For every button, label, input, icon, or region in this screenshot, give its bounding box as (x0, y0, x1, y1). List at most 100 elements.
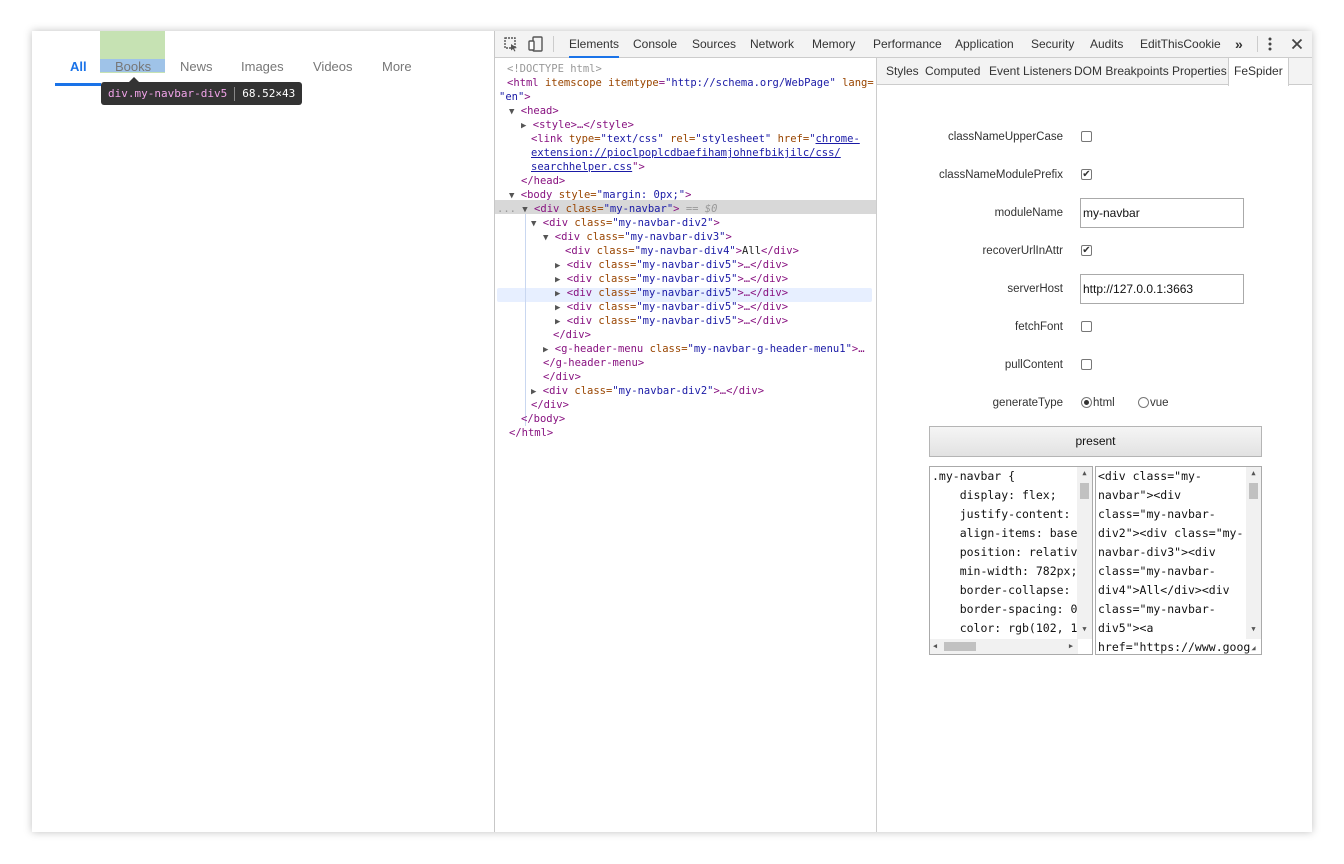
nav-item-more[interactable]: More (382, 59, 412, 74)
code-link-cont[interactable]: extension://pioclpoplcdbaefihamjohnefbik… (531, 146, 841, 160)
tab-application[interactable]: Application (955, 31, 1014, 58)
checkbox-classnameuppercase[interactable] (1081, 131, 1092, 142)
inspect-element-icon[interactable] (503, 36, 519, 52)
scroll-down-arrow-icon[interactable]: ▼ (1077, 625, 1092, 633)
code-navbar-selected[interactable]: ... ▼ <div class="my-navbar"> == $0 (497, 202, 717, 216)
collapsed-triangle-icon[interactable]: ▶ (555, 261, 560, 271)
scrollbar-thumb[interactable] (1249, 483, 1258, 499)
vertical-scrollbar[interactable]: ▲ ▼ (1246, 467, 1261, 639)
expanded-triangle-icon[interactable]: ▼ (522, 205, 527, 215)
tab-performance[interactable]: Performance (873, 31, 942, 58)
code-div5[interactable]: ▶ <div class="my-navbar-div5">…</div> (555, 314, 788, 328)
tab-event-listeners[interactable]: Event Listeners (989, 58, 1072, 85)
tab-computed[interactable]: Computed (925, 58, 980, 85)
present-button[interactable]: present (929, 426, 1262, 457)
expanded-triangle-icon[interactable]: ▼ (509, 191, 514, 201)
tab-audits[interactable]: Audits (1090, 31, 1123, 58)
close-icon[interactable] (1289, 36, 1305, 52)
css-output-textarea[interactable]: .my-navbar { display: flex; justify-cont… (929, 466, 1093, 655)
code-div5[interactable]: ▶ <div class="my-navbar-div5">…</div> (555, 272, 788, 286)
code-div5[interactable]: ▶ <div class="my-navbar-div5">…</div> (555, 300, 788, 314)
expanded-triangle-icon[interactable]: ▼ (509, 107, 514, 117)
code-html-open[interactable]: <html itemscope itemtype="http://schema.… (507, 76, 874, 90)
code-div5[interactable]: ▶ <div class="my-navbar-div5">…</div> (555, 258, 788, 272)
sidebar-panel: Styles Computed Event Listeners DOM Brea… (877, 58, 1312, 832)
tab-console[interactable]: Console (633, 31, 677, 58)
horizontal-scrollbar[interactable]: ◀ ▶ (930, 639, 1078, 654)
attr-name: class= (598, 315, 637, 327)
code-body-close[interactable]: </body> (521, 412, 565, 426)
vertical-scrollbar[interactable]: ▲ ▼ (1077, 467, 1092, 639)
nav-item-books[interactable]: Books (115, 59, 151, 74)
collapsed-triangle-icon[interactable]: ▶ (555, 275, 560, 285)
collapsed-triangle-icon[interactable]: ▶ (555, 303, 560, 313)
html-output-textarea[interactable]: <div class="my- navbar"><div class="my-n… (1095, 466, 1262, 655)
href-link[interactable]: extension://pioclpoplcdbaefihamjohnefbik… (531, 147, 841, 159)
tab-security[interactable]: Security (1031, 31, 1074, 58)
code-div3-open[interactable]: ▼ <div class="my-navbar-div3"> (543, 230, 732, 244)
code-gmenu-close[interactable]: </g-header-menu> (543, 356, 644, 370)
scroll-up-arrow-icon[interactable]: ▲ (1246, 469, 1261, 477)
scrollbar-thumb[interactable] (944, 642, 976, 651)
radio-html[interactable] (1081, 397, 1092, 408)
code-body-open[interactable]: ▼ <body style="margin: 0px;"> (509, 188, 691, 202)
href-link[interactable]: searchhelper.css (531, 161, 632, 173)
scroll-left-arrow-icon[interactable]: ◀ (930, 642, 940, 650)
tab-elements[interactable]: Elements (569, 31, 620, 58)
code-gmenu-open[interactable]: ▶ <g-header-menu class="my-navbar-g-head… (543, 342, 865, 356)
code-head-close[interactable]: </head> (521, 174, 565, 188)
code-link[interactable]: <link type="text/css" rel="stylesheet" h… (531, 132, 860, 146)
tab-properties[interactable]: Properties (1172, 58, 1227, 85)
tab-memory[interactable]: Memory (812, 31, 855, 58)
code-div2-open[interactable]: ▼ <div class="my-navbar-div2"> (531, 216, 720, 230)
scrollbar-thumb[interactable] (1080, 483, 1089, 499)
checkbox-recoverurlinattr[interactable]: ✔ (1081, 245, 1092, 256)
modulename-input[interactable]: my-navbar (1080, 198, 1244, 228)
collapsed-triangle-icon[interactable]: ▶ (555, 317, 560, 327)
collapsed-triangle-icon[interactable]: ▶ (531, 387, 536, 397)
code-div3-close[interactable]: </div> (553, 328, 591, 342)
code-link-cont[interactable]: searchhelper.css"> (531, 160, 645, 174)
selected-ellipsis[interactable]: ... (497, 203, 516, 215)
tab-editthiscookie[interactable]: EditThisCookie (1140, 31, 1221, 58)
more-tabs-icon[interactable]: » (1235, 31, 1243, 58)
device-toolbar-icon[interactable] (528, 36, 544, 52)
collapsed-triangle-icon[interactable]: ▶ (521, 121, 526, 131)
html-line: class="my-navbar- (1098, 564, 1216, 578)
code-div5[interactable]: ▶ <div class="my-navbar-div5">…</div> (555, 286, 788, 300)
code-html-close[interactable]: </html> (509, 426, 553, 440)
href-link[interactable]: chrome- (816, 133, 860, 145)
nav-item-images[interactable]: Images (241, 59, 284, 74)
checkbox-pullcontent[interactable] (1081, 359, 1092, 370)
tab-sources[interactable]: Sources (692, 31, 736, 58)
tab-fespider[interactable]: FeSpider (1228, 58, 1289, 86)
tab-styles[interactable]: Styles (886, 58, 919, 85)
resize-handle-icon[interactable]: ◢ (1246, 644, 1261, 652)
code-div4[interactable]: <div class="my-navbar-div4">All</div> (565, 244, 799, 258)
scroll-up-arrow-icon[interactable]: ▲ (1077, 469, 1092, 477)
nav-item-news[interactable]: News (180, 59, 213, 74)
code-style-collapsed[interactable]: ▶ <style>…</style> (521, 118, 634, 132)
expanded-triangle-icon[interactable]: ▼ (543, 233, 548, 243)
tab-dom-breakpoints[interactable]: DOM Breakpoints (1074, 58, 1169, 85)
nav-item-all[interactable]: All (70, 59, 87, 74)
radio-vue[interactable] (1138, 397, 1149, 408)
collapsed-triangle-icon[interactable]: ▶ (555, 289, 560, 299)
code-doctype[interactable]: <!DOCTYPE html> (507, 62, 602, 76)
code-div2b[interactable]: ▶ <div class="my-navbar-div2">…</div> (531, 384, 764, 398)
tab-network[interactable]: Network (750, 31, 794, 58)
code-head-open[interactable]: ▼ <head> (509, 104, 559, 118)
elements-tree[interactable]: <!DOCTYPE html> <html itemscope itemtype… (495, 58, 877, 832)
code-div2-close[interactable]: </div> (543, 370, 581, 384)
kebab-menu-icon[interactable] (1262, 36, 1278, 52)
checkbox-fetchfont[interactable] (1081, 321, 1092, 332)
serverhost-input[interactable]: http://127.0.0.1:3663 (1080, 274, 1244, 304)
code-html-open-cont[interactable]: "en"> (499, 90, 531, 104)
nav-item-videos[interactable]: Videos (313, 59, 353, 74)
scroll-down-arrow-icon[interactable]: ▼ (1246, 625, 1261, 633)
code-navbar-close[interactable]: </div> (531, 398, 569, 412)
scroll-right-arrow-icon[interactable]: ▶ (1066, 642, 1076, 650)
expanded-triangle-icon[interactable]: ▼ (531, 219, 536, 229)
collapsed-triangle-icon[interactable]: ▶ (543, 345, 548, 355)
checkbox-classnamemoduleprefix[interactable]: ✔ (1081, 169, 1092, 180)
